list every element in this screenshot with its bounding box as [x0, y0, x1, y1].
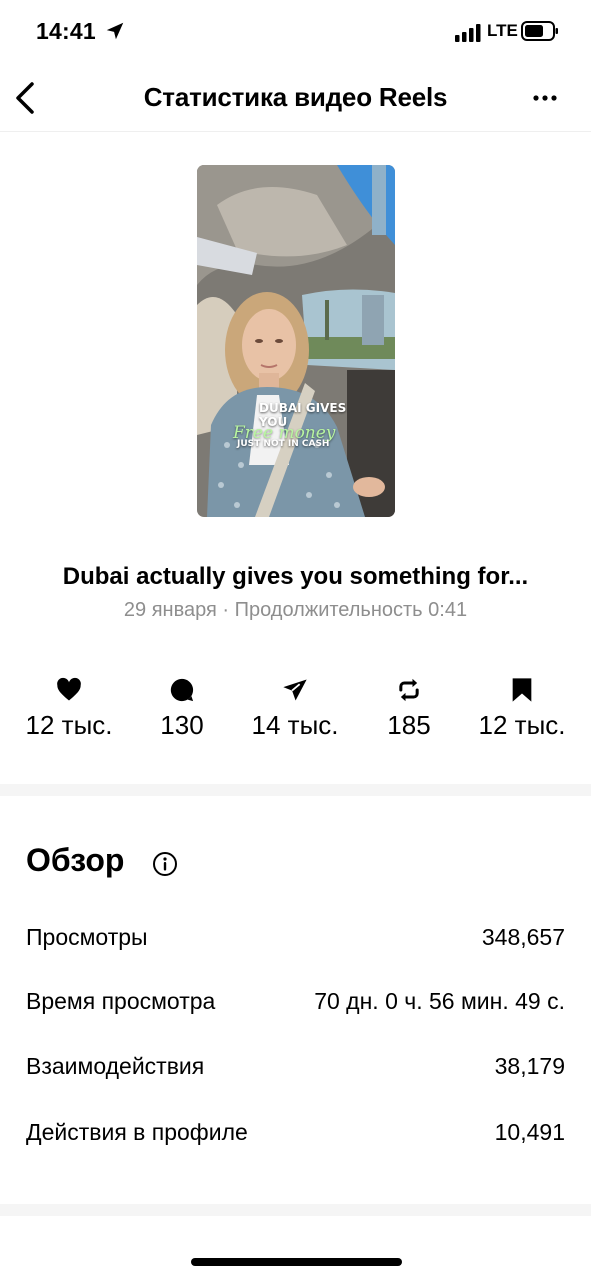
section-divider — [0, 784, 591, 796]
home-indicator[interactable] — [191, 1258, 402, 1266]
likes-count: 12 тыс. — [25, 710, 113, 740]
metric-shares: 14 тыс. — [230, 676, 360, 741]
page-title: Статистика видео Reels — [143, 82, 448, 112]
status-time: 14:41 — [36, 18, 96, 44]
section-divider-bottom — [0, 1204, 591, 1216]
nav-header: Статистика видео Reels — [0, 66, 591, 132]
profile-actions-value: 10,491 — [494, 1119, 565, 1145]
engagement-metrics: 12 тыс. 130 14 тыс. 185 12 тыс. — [0, 676, 591, 756]
saves-count: 12 тыс. — [478, 710, 566, 740]
share-icon — [283, 679, 307, 701]
overview-heading: Обзор — [26, 842, 125, 878]
bookmark-icon — [512, 678, 532, 702]
metric-likes: 12 тыс. — [4, 676, 134, 741]
watch-time-value: 70 дн. 0 ч. 56 мин. 49 с. — [314, 988, 565, 1014]
overview-row-watch-time: Время просмотра 70 дн. 0 ч. 56 мин. 49 с… — [26, 988, 565, 1022]
more-options-icon[interactable] — [523, 80, 567, 116]
interactions-label: Взаимодействия — [26, 1053, 205, 1079]
network-type: LTE — [487, 21, 518, 40]
heart-icon — [57, 677, 81, 701]
reel-meta: 29 января · Продолжительность 0:41 — [123, 599, 468, 621]
interactions-value: 38,179 — [494, 1053, 565, 1079]
reposts-count: 185 — [387, 710, 431, 740]
signal-icon — [455, 24, 481, 42]
reel-thumbnail[interactable]: DUBAI GIVES YOU Free money JUST NOT IN C… — [197, 165, 395, 517]
metric-saves: 12 тыс. — [457, 676, 587, 741]
comments-count: 130 — [160, 710, 204, 740]
views-value: 348,657 — [481, 924, 565, 950]
shares-count: 14 тыс. — [251, 710, 339, 740]
reel-title: Dubai actually gives you something for..… — [62, 563, 529, 590]
info-icon[interactable] — [152, 851, 178, 877]
watch-time-label: Время просмотра — [26, 988, 216, 1014]
metric-comments: 130 — [117, 676, 247, 741]
reel-caption-overlay: DUBAI GIVES YOU Free money JUST NOT IN C… — [229, 401, 369, 449]
back-chevron-icon[interactable] — [8, 74, 48, 122]
battery-icon — [521, 21, 558, 41]
repost-icon — [399, 678, 419, 702]
overview-row-profile-actions: Действия в профиле 10,491 — [26, 1119, 565, 1153]
metric-reposts: 185 — [344, 676, 474, 741]
profile-actions-label: Действия в профиле — [26, 1119, 248, 1145]
views-label: Просмотры — [26, 924, 148, 950]
overview-row-views: Просмотры 348,657 — [26, 924, 565, 958]
reel-thumbnail-image — [197, 165, 395, 517]
caption-line-3: JUST NOT IN CASH — [237, 439, 330, 449]
location-arrow-icon — [106, 22, 124, 40]
status-bar: 14:41 LTE — [0, 0, 591, 66]
comment-icon — [170, 678, 194, 702]
overview-row-interactions: Взаимодействия 38,179 — [26, 1053, 565, 1087]
